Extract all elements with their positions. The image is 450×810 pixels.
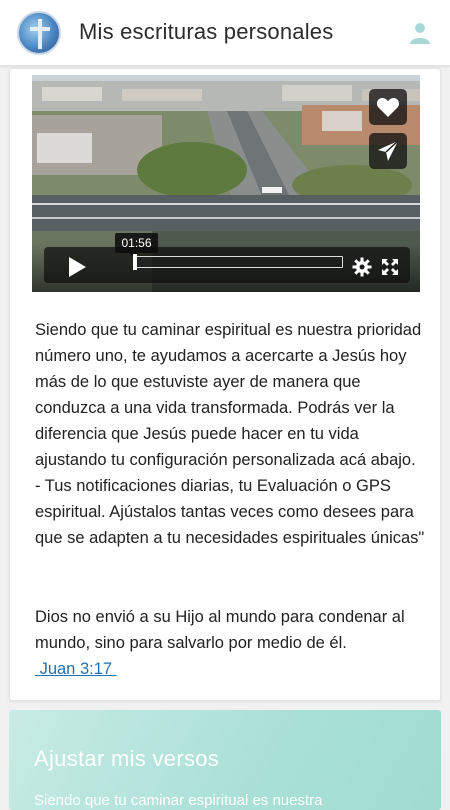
logo-cross-horizontal xyxy=(30,27,50,31)
devotional-card: 01:56 Siendo que tu caminar espiritual e… xyxy=(9,68,441,701)
app-header: Mis escrituras personales xyxy=(0,0,450,66)
user-icon[interactable] xyxy=(408,21,432,45)
video-player[interactable]: 01:56 xyxy=(32,75,420,292)
favorite-button[interactable] xyxy=(369,89,407,125)
church-cross-logo[interactable] xyxy=(17,11,61,55)
logo-cross-vertical xyxy=(38,19,42,49)
page-title: Mis escrituras personales xyxy=(79,19,334,44)
intro-paragraph: Siendo que tu caminar espiritual es nues… xyxy=(35,321,425,547)
play-icon[interactable] xyxy=(66,256,88,278)
adjust-verses-section[interactable]: Ajustar mis versos Siendo que tu caminar… xyxy=(9,710,441,810)
gear-icon[interactable] xyxy=(352,257,372,277)
share-button[interactable] xyxy=(369,133,407,169)
progress-scrubber[interactable] xyxy=(133,254,343,270)
section-subtitle: Siendo que tu caminar espiritual es nues… xyxy=(34,792,323,809)
send-icon xyxy=(378,140,399,161)
fullscreen-icon[interactable] xyxy=(382,259,398,275)
scrubber-handle[interactable] xyxy=(133,254,137,270)
heart-icon xyxy=(376,98,400,117)
section-title: Ajustar mis versos xyxy=(34,746,220,771)
playback-time: 01:56 xyxy=(115,233,158,258)
verse-reference-link[interactable]: Juan 3:17 xyxy=(35,656,117,682)
verse-text: Dios no envió a su Hijo al mundo para co… xyxy=(35,608,405,652)
